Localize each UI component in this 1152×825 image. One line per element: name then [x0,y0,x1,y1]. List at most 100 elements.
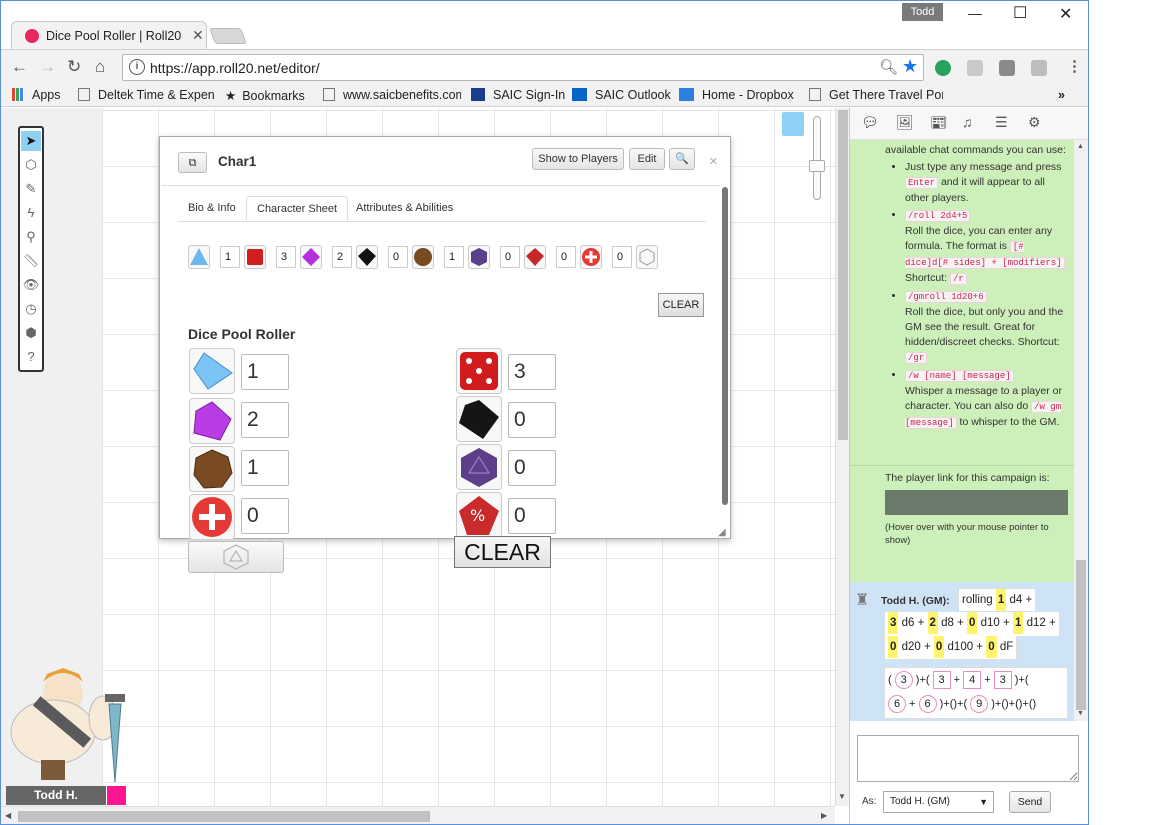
clear-small-button[interactable]: CLEAR [658,293,704,317]
roll-button[interactable] [188,541,284,573]
popout-button[interactable]: ⧉ [178,152,207,173]
collection-tab-icon[interactable]: ☰ [995,114,1008,131]
extension-pdf-icon[interactable] [1031,60,1047,76]
d6-small-count[interactable]: 3 [276,246,296,268]
chat-input[interactable] [857,735,1079,782]
d20-small-count[interactable]: 0 [500,246,520,268]
d100-button[interactable]: % [456,492,502,538]
reload-icon[interactable]: ↻ [67,57,81,77]
dF-small-button[interactable] [580,245,602,269]
home-icon[interactable]: ⌂ [95,57,105,77]
d10-count-input[interactable]: 0 [508,402,556,438]
bookmark-dropbox[interactable]: Home - Dropbox [679,88,794,102]
extension-green-icon[interactable] [935,60,951,76]
player-color-swatch[interactable] [107,786,126,805]
d6-small-button[interactable] [244,245,266,269]
page-toolbar-icon[interactable] [782,112,804,136]
select-tool-icon[interactable]: ➤ [21,131,41,151]
d12-small-count[interactable]: 1 [444,246,464,268]
browser-tab[interactable]: Dice Pool Roller | Roll20 ✕ [11,21,207,49]
bookmarks-more[interactable]: » [1058,88,1065,102]
d10-button[interactable] [456,396,502,442]
d100-small-button[interactable] [524,245,546,269]
d8-small-count[interactable]: 2 [332,246,352,268]
new-tab-button[interactable] [209,28,247,44]
scroll-down-icon[interactable]: ▼ [838,792,846,801]
close-icon[interactable]: × [709,153,718,170]
d4-small-count[interactable]: 1 [220,246,240,268]
fx-tool-icon[interactable]: ϟ [21,203,41,223]
turn-tracker-icon[interactable]: ◷ [21,299,41,319]
bookmark-star-icon[interactable]: ★ [902,56,918,77]
vscroll-thumb[interactable] [838,110,848,440]
d20-button[interactable] [456,444,502,490]
d4-button[interactable] [189,348,235,394]
hscroll-thumb[interactable] [18,811,430,822]
d4-count-input[interactable]: 1 [241,354,289,390]
edit-button[interactable]: Edit [629,148,665,170]
minimize-icon[interactable]: — [968,5,982,21]
dF-small-count[interactable]: 0 [612,246,632,268]
bookmark-saic-signin[interactable]: SAIC Sign-In [471,88,565,102]
d10-small-button[interactable] [356,245,378,269]
dF-count-input[interactable]: 0 [241,498,289,534]
d20-small-button[interactable] [468,245,490,269]
chat-scroll-thumb[interactable] [1076,560,1086,710]
d8-count-input[interactable]: 2 [241,402,289,438]
zoom-slider-knob[interactable] [809,160,825,172]
resize-handle-icon[interactable]: ◢ [718,527,726,538]
layer-tool-icon[interactable]: ⬡ [21,155,41,175]
tab-attributes-abilities[interactable]: Attributes & Abilities [346,196,463,221]
chat-tab-icon[interactable]: 💬︎ [861,114,879,131]
extension-g-icon[interactable] [967,60,983,76]
ruler-tool-icon[interactable]: 📏︎ [21,251,41,271]
d8-button[interactable] [189,398,235,444]
tab-character-sheet[interactable]: Character Sheet [246,196,349,221]
d8-small-button[interactable] [300,245,322,269]
draw-tool-icon[interactable]: ✎ [21,179,41,199]
tabletop-canvas[interactable]: ➤ ⬡ ✎ ϟ ⚲ 📏︎ 👁︎ ◷ ⬢ ? Todd H. ⧉ Char1 Sh… [1,108,835,806]
bookmark-bookmarks[interactable]: ★ Bookmarks [225,88,305,103]
speak-as-select[interactable]: Todd H. (GM) ▼ [883,791,994,813]
d12-small-button[interactable] [412,245,434,269]
settings-gear-icon[interactable]: ⚙ [1028,114,1041,131]
d100-small-count[interactable]: 0 [556,246,576,268]
dialog-scrollbar[interactable] [722,187,728,505]
profile-badge[interactable]: Todd [902,3,943,21]
help-tool-icon[interactable]: ? [21,347,41,367]
back-icon[interactable]: ← [11,57,28,77]
close-window-icon[interactable]: ✕ [1059,4,1072,24]
bookmark-getthere[interactable]: Get There Travel Port [809,88,943,102]
tab-bio-info[interactable]: Bio & Info [178,196,246,221]
info-icon[interactable]: i [129,59,145,75]
canvas-horizontal-scrollbar[interactable]: ◀ ▶ [1,806,835,824]
journal-tab-icon[interactable]: 📰︎ [930,114,948,131]
art-library-tab-icon[interactable]: 🖼︎ [896,114,914,131]
d6-count-input[interactable]: 3 [508,354,556,390]
forward-icon[interactable]: → [39,57,56,77]
canvas-vertical-scrollbar[interactable]: ▼ [835,108,849,806]
d10-small-count[interactable]: 0 [388,246,408,268]
zoom-icon[interactable]: 🔍︎ [879,58,898,76]
roll-small-button[interactable] [636,245,658,269]
scroll-up-icon[interactable]: ▲ [1077,143,1084,150]
dice-tool-icon[interactable]: ⬢ [21,323,41,343]
d12-count-input[interactable]: 1 [241,450,289,486]
bookmark-apps[interactable]: Apps [12,88,61,102]
fog-tool-icon[interactable]: 👁︎ [21,275,41,295]
bookmark-saic-outlook[interactable]: SAIC Outlook [572,88,671,102]
chat-scrollbar[interactable]: ▲ ▼ [1074,140,1088,721]
clear-button[interactable]: CLEAR [454,536,551,568]
bookmark-saicbenefits[interactable]: www.saicbenefits.com [323,88,461,102]
tab-close-icon[interactable]: ✕ [192,27,204,44]
show-to-players-button[interactable]: Show to Players [532,148,624,170]
zoom-tool-icon[interactable]: ⚲ [21,227,41,247]
maximize-icon[interactable]: ☐ [1013,3,1027,23]
scroll-right-icon[interactable]: ▶ [821,811,827,820]
menu-dots-icon[interactable]: ⋮ [1067,57,1082,75]
extension-gray-icon[interactable] [999,60,1015,76]
zoom-slider[interactable] [813,116,821,200]
d6-button[interactable] [456,348,502,394]
d100-count-input[interactable]: 0 [508,498,556,534]
music-tab-icon[interactable]: ♫ [962,114,973,130]
